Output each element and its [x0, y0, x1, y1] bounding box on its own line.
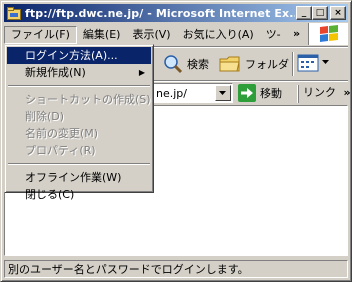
address-value: ne.jp/: [156, 87, 187, 100]
menu-item-label: ログイン方法(A)...: [25, 49, 118, 62]
menu-edit[interactable]: 編集(E): [77, 26, 127, 44]
minimize-icon: _: [301, 7, 307, 18]
go-label: 移動: [260, 87, 282, 100]
toolbar-divider: [292, 52, 294, 76]
menu-item-label: プロパティ(R): [25, 144, 96, 157]
views-dropdown-icon: [322, 60, 329, 64]
folders-label: フォルダ: [245, 58, 289, 71]
menu-bar: ファイル(F) 編集(E) 表示(V) お気に入り(A) ツ-: [4, 25, 312, 45]
menu-item-new[interactable]: 新規作成(N) ▶: [7, 64, 151, 81]
close-button[interactable]: ×: [330, 6, 346, 20]
links-button[interactable]: リンク »: [298, 85, 351, 103]
status-text: 別のユーザー名とパスワードでログインします。: [4, 260, 348, 278]
views-button[interactable]: [297, 52, 333, 74]
title-bar[interactable]: ftp://ftp.dwc.ne.jp/ - Microsoft Interne…: [4, 4, 348, 22]
menu-item-label: 新規作成(N): [25, 66, 86, 79]
file-menu-dropdown: ログイン方法(A)... 新規作成(N) ▶ ショートカットの作成(S) 削除(…: [4, 44, 154, 201]
search-label: 検索: [187, 58, 209, 71]
menu-file[interactable]: ファイル(F): [4, 26, 77, 44]
menu-item-label: オフライン作業(W): [25, 171, 122, 184]
ftp-folder-icon: [6, 5, 22, 21]
windows-flag-icon: [319, 25, 338, 42]
status-bar: 別のユーザー名とパスワードでログインします。: [4, 259, 348, 279]
menu-item-rename[interactable]: 名前の変更(M): [7, 125, 151, 142]
address-dropdown-button[interactable]: [215, 85, 231, 101]
menu-item-delete[interactable]: 削除(D): [7, 108, 151, 125]
menu-tools[interactable]: ツ-: [260, 26, 287, 44]
minimize-button[interactable]: _: [296, 6, 312, 20]
folders-button[interactable]: フォルダ: [219, 53, 289, 75]
menu-item-login-as[interactable]: ログイン方法(A)...: [7, 47, 151, 64]
menu-item-label: 閉じる(C): [25, 188, 75, 201]
menu-item-create-shortcut[interactable]: ショートカットの作成(S): [7, 91, 151, 108]
chevron-down-icon: [219, 90, 226, 95]
menu-separator: [8, 85, 150, 87]
views-icon: [297, 54, 319, 72]
search-button[interactable]: 検索: [163, 53, 209, 75]
menu-overflow-chevron[interactable]: »: [293, 27, 300, 40]
folder-icon: [219, 56, 240, 72]
menu-item-close[interactable]: 閉じる(C): [7, 186, 151, 203]
menu-item-label: 削除(D): [25, 110, 65, 123]
links-label: リンク: [303, 86, 336, 99]
submenu-arrow-icon: ▶: [138, 68, 145, 77]
links-overflow-chevron: »: [343, 86, 351, 99]
menu-item-label: ショートカットの作成(S): [25, 93, 151, 106]
go-button[interactable]: 移動: [238, 83, 282, 103]
windows-logo: [308, 23, 348, 45]
menu-item-label: 名前の変更(M): [25, 127, 99, 140]
go-arrow-icon: [238, 84, 256, 102]
maximize-icon: □: [315, 7, 325, 18]
menu-favorites[interactable]: お気に入り(A): [177, 26, 260, 44]
menu-separator: [8, 163, 150, 165]
window-title: ftp://ftp.dwc.ne.jp/ - Microsoft Interne…: [25, 6, 295, 20]
menu-view[interactable]: 表示(V): [126, 26, 176, 44]
address-input[interactable]: ne.jp/: [151, 83, 233, 103]
menu-item-work-offline[interactable]: オフライン作業(W): [7, 169, 151, 186]
menu-item-properties[interactable]: プロパティ(R): [7, 142, 151, 159]
search-icon: [164, 55, 183, 74]
maximize-button[interactable]: □: [312, 6, 328, 20]
ie-window: ftp://ftp.dwc.ne.jp/ - Microsoft Interne…: [0, 0, 352, 282]
close-icon: ×: [334, 7, 342, 18]
